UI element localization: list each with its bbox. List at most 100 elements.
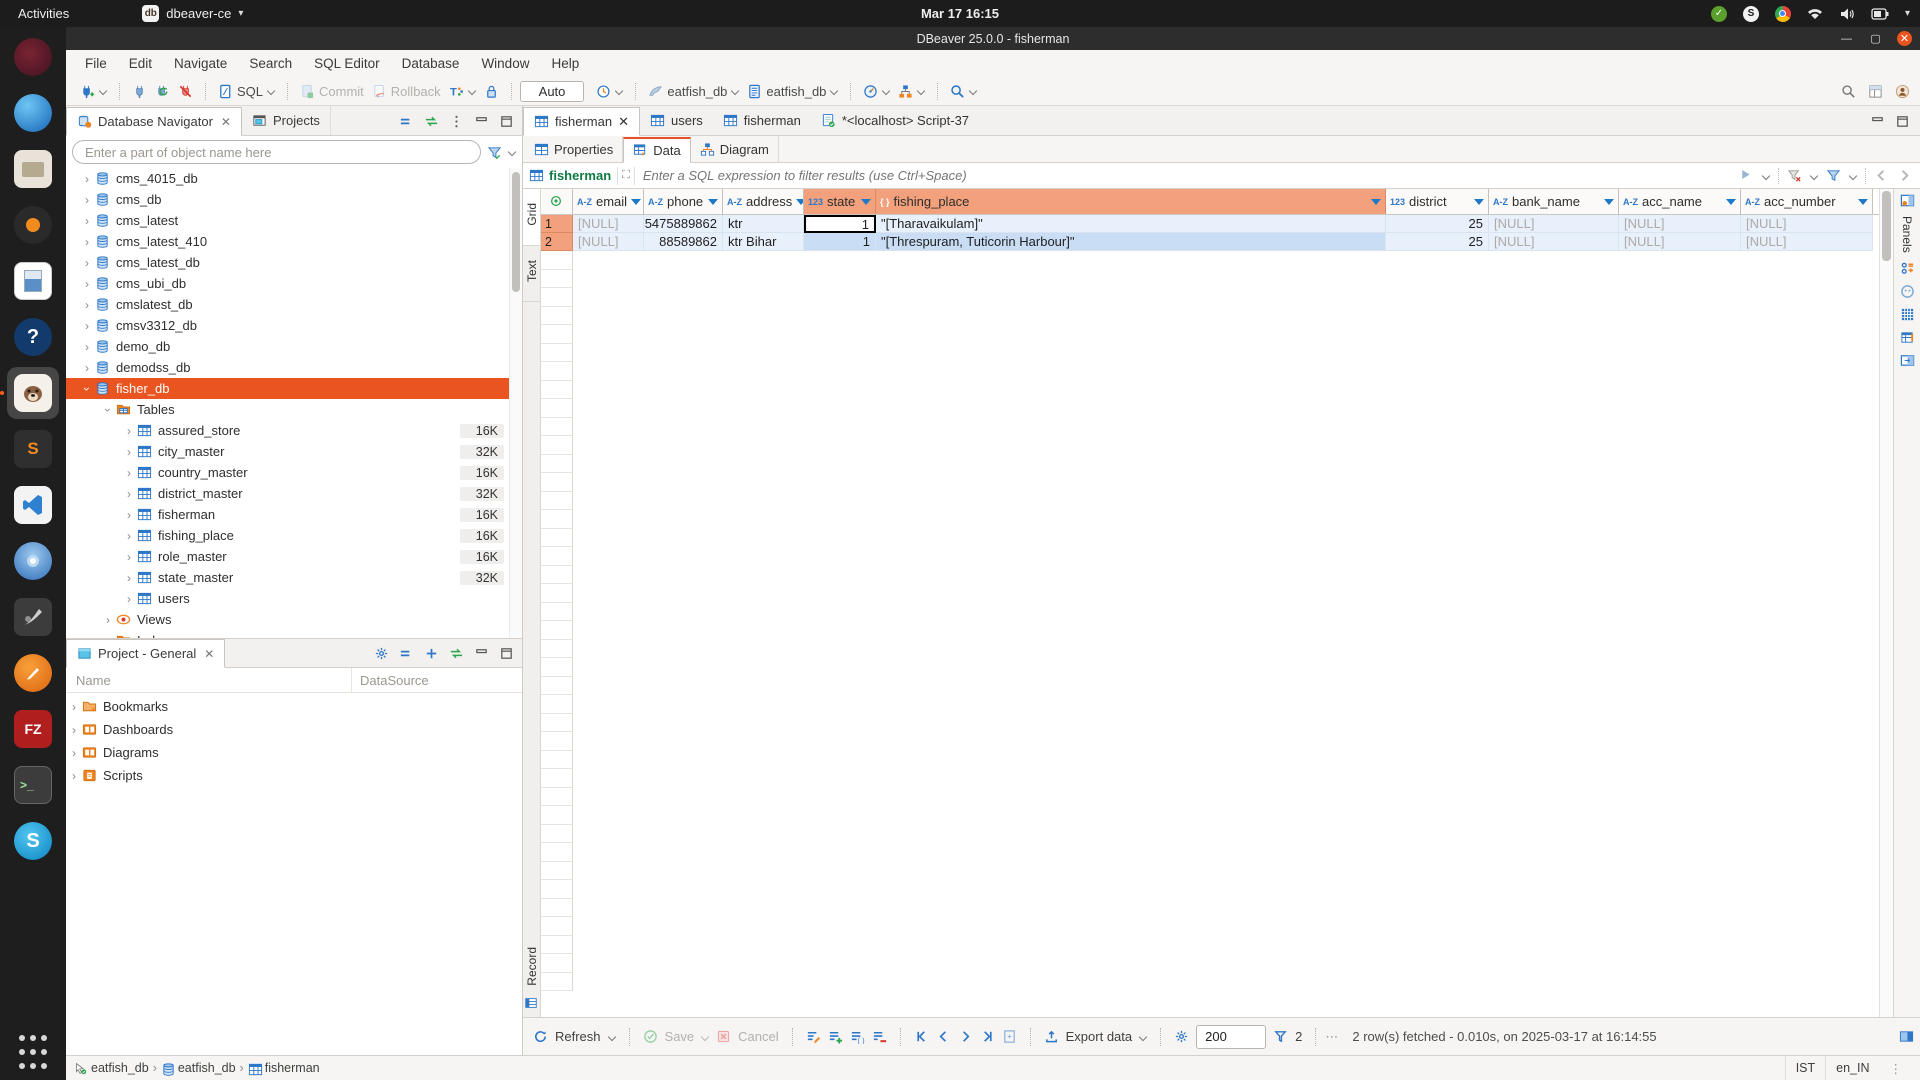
breadcrumb-eatfish_db[interactable]: eatfish_db bbox=[74, 1061, 149, 1075]
dock-item-firefox-browser[interactable] bbox=[7, 87, 59, 139]
chevron-collapsed-icon[interactable]: › bbox=[80, 172, 94, 186]
cell-fishing_place[interactable]: "[Tharavaikulam]" bbox=[876, 215, 1386, 233]
editor-tab-2[interactable]: fisherman bbox=[713, 106, 811, 135]
export-data-button[interactable]: Export data bbox=[1066, 1029, 1133, 1044]
clear-filter-icon[interactable] bbox=[1787, 168, 1802, 183]
tree-item-demo_db[interactable]: ›demo_db bbox=[66, 336, 522, 357]
dock-item-filezilla[interactable]: FZ bbox=[7, 703, 59, 755]
dock-item-vscode[interactable] bbox=[7, 479, 59, 531]
perspective-grid-icon[interactable] bbox=[1868, 84, 1883, 99]
chevron-down-icon[interactable] bbox=[608, 1033, 616, 1041]
column-header-acc_number[interactable]: A-Zacc_number bbox=[1741, 189, 1873, 214]
link-editor-icon[interactable] bbox=[449, 646, 464, 661]
collapse-all-icon[interactable] bbox=[399, 646, 414, 661]
menu-navigate[interactable]: Navigate bbox=[163, 50, 238, 77]
column-header-datasource[interactable]: DataSource bbox=[352, 673, 429, 688]
chevron-collapsed-icon[interactable]: › bbox=[122, 550, 136, 564]
reconnect-button[interactable] bbox=[151, 82, 174, 101]
column-header-phone[interactable]: A-Zphone bbox=[644, 189, 723, 214]
column-header-acc_name[interactable]: A-Zacc_name bbox=[1619, 189, 1741, 214]
editor-tab-0[interactable]: fisherman✕ bbox=[523, 107, 640, 136]
tab-projects[interactable]: Projects bbox=[242, 106, 331, 135]
grid-vertical-scrollbar[interactable] bbox=[1879, 189, 1893, 1017]
chevron-collapsed-icon[interactable]: › bbox=[80, 298, 94, 312]
first-page-icon[interactable] bbox=[914, 1029, 929, 1044]
chevron-down-icon[interactable] bbox=[508, 148, 516, 156]
chevron-collapsed-icon[interactable]: › bbox=[80, 256, 94, 270]
dock-item-sublime-text[interactable]: S bbox=[7, 423, 59, 475]
dock-item-chromium-browser[interactable] bbox=[7, 535, 59, 587]
menu-sql-editor[interactable]: SQL Editor bbox=[303, 50, 391, 77]
dock-item-screenshot-tool[interactable] bbox=[7, 647, 59, 699]
subtab-data[interactable]: Data bbox=[623, 137, 690, 163]
chevron-collapsed-icon[interactable]: › bbox=[66, 746, 82, 760]
next-page-icon[interactable] bbox=[958, 1029, 973, 1044]
chevron-expanded-icon[interactable]: › bbox=[101, 403, 115, 417]
cell-phone[interactable]: 885475889862 bbox=[644, 215, 723, 233]
tree-item-district_master[interactable]: ›district_master32K bbox=[66, 483, 522, 504]
link-editor-icon[interactable] bbox=[424, 114, 439, 129]
chevron-collapsed-icon[interactable]: › bbox=[66, 723, 82, 737]
maximize-button[interactable]: ▢ bbox=[1868, 31, 1883, 46]
scrollbar-thumb[interactable] bbox=[1882, 191, 1891, 261]
dock-item-gimp[interactable] bbox=[7, 591, 59, 643]
maximize-panel-icon[interactable] bbox=[499, 114, 514, 129]
tree-item-role_master[interactable]: ›role_master16K bbox=[66, 546, 522, 567]
dashboard-button[interactable] bbox=[859, 82, 894, 101]
timezone-indicator[interactable]: IST bbox=[1785, 1056, 1825, 1080]
tree-item-city_master[interactable]: ›city_master32K bbox=[66, 441, 522, 462]
chevron-collapsed-icon[interactable]: › bbox=[66, 769, 82, 783]
locale-indicator[interactable]: en_IN bbox=[1825, 1056, 1879, 1080]
cell-bank_name[interactable]: [NULL] bbox=[1489, 215, 1619, 233]
transaction-log-button[interactable] bbox=[592, 82, 627, 101]
cell-email[interactable]: [NULL] bbox=[573, 215, 644, 233]
overflow-kebab-icon[interactable]: ⋯ bbox=[1325, 1029, 1338, 1045]
tree-item-Views[interactable]: ›Views bbox=[66, 609, 522, 630]
last-page-icon[interactable] bbox=[980, 1029, 995, 1044]
settings-gear-icon[interactable] bbox=[374, 646, 389, 661]
sql-filter-input[interactable] bbox=[635, 168, 1739, 183]
chevron-expanded-icon[interactable]: › bbox=[80, 382, 94, 396]
sort-filter-arrow-icon[interactable] bbox=[1474, 199, 1484, 205]
filter-funnel-icon[interactable] bbox=[1826, 168, 1841, 183]
chevron-collapsed-icon[interactable]: › bbox=[80, 193, 94, 207]
tree-item-cmslatest_db[interactable]: ›cmslatest_db bbox=[66, 294, 522, 315]
close-icon[interactable]: ✕ bbox=[204, 647, 214, 661]
row-number[interactable]: 1 bbox=[541, 215, 573, 233]
chevron-collapsed-icon[interactable]: › bbox=[101, 613, 115, 627]
close-icon[interactable]: ✕ bbox=[618, 114, 629, 130]
nav-forward-icon[interactable] bbox=[1897, 168, 1912, 183]
row-number[interactable]: 2 bbox=[541, 233, 573, 251]
rollback-button[interactable]: Rollback bbox=[368, 82, 445, 101]
quick-search-icon[interactable] bbox=[1841, 84, 1856, 99]
chevron-collapsed-icon[interactable]: › bbox=[122, 571, 136, 585]
app-menu[interactable]: db dbeaver-ce ▾ bbox=[142, 5, 243, 22]
column-header-bank_name[interactable]: A-Zbank_name bbox=[1489, 189, 1619, 214]
fetch-funnel-icon[interactable] bbox=[1273, 1029, 1288, 1044]
dock-item-help-viewer[interactable]: ? bbox=[7, 311, 59, 363]
cell-phone[interactable]: 88589862 bbox=[644, 233, 723, 251]
cell-address[interactable]: ktr bbox=[723, 215, 804, 233]
editor-tab-3[interactable]: *<localhost> Script-37 bbox=[811, 106, 979, 135]
column-header-state[interactable]: 123state bbox=[804, 189, 876, 214]
cell-acc_name[interactable]: [NULL] bbox=[1619, 233, 1741, 251]
minimize-panel-icon[interactable] bbox=[474, 646, 489, 661]
value-viewer-panel-icon[interactable] bbox=[1900, 284, 1915, 299]
server-objects-button[interactable] bbox=[894, 82, 929, 101]
expand-filter-icon[interactable]: ⛶ bbox=[617, 167, 635, 185]
cell-bank_name[interactable]: [NULL] bbox=[1489, 233, 1619, 251]
sort-filter-arrow-icon[interactable] bbox=[1726, 199, 1736, 205]
chevron-collapsed-icon[interactable]: › bbox=[80, 214, 94, 228]
chevron-collapsed-icon[interactable]: › bbox=[122, 592, 136, 606]
menu-file[interactable]: File bbox=[74, 50, 118, 77]
project-item-diagrams[interactable]: ›Diagrams bbox=[66, 741, 522, 764]
tree-item-Indexes[interactable]: ›Indexes bbox=[66, 630, 522, 638]
tree-item-fisher_db[interactable]: ›fisher_db bbox=[66, 378, 522, 399]
activities-button[interactable]: Activities bbox=[0, 0, 87, 27]
chevron-collapsed-icon[interactable]: › bbox=[122, 529, 136, 543]
dock-item-rhythmbox[interactable] bbox=[7, 199, 59, 251]
tree-item-cms_latest_410[interactable]: ›cms_latest_410 bbox=[66, 231, 522, 252]
minimize-button[interactable]: — bbox=[1839, 31, 1854, 46]
chevron-collapsed-icon[interactable]: › bbox=[66, 700, 82, 714]
delete-row-icon[interactable] bbox=[872, 1029, 887, 1044]
